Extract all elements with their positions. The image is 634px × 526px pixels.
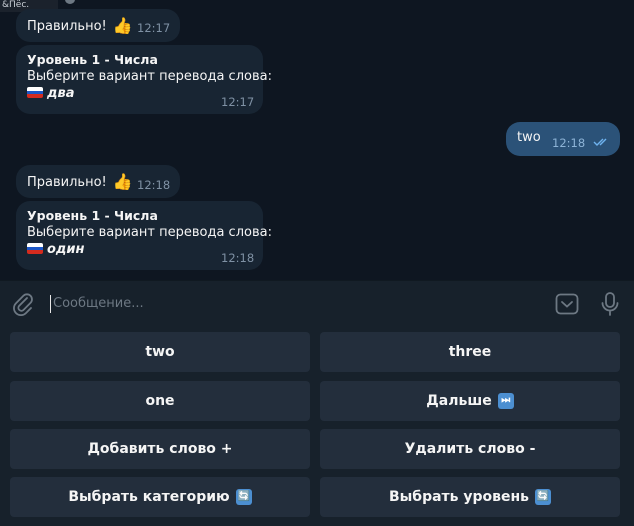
keyboard-button-label: two: [145, 344, 175, 360]
next-track-icon: ⏭: [497, 393, 514, 409]
keyboard-button-label: Выбрать категорию: [68, 489, 230, 505]
message-time: 12:18: [137, 178, 171, 192]
keyboard-button-label: Удалить слово -: [404, 441, 536, 457]
microphone-icon[interactable]: [600, 292, 620, 316]
keyboard-button-choose-category[interactable]: Выбрать категорию 🔄: [10, 477, 310, 517]
thumbs-up-icon: 👍: [112, 172, 133, 191]
keyboard-button-choose-level[interactable]: Выбрать уровень 🔄: [320, 477, 620, 517]
message-bubble[interactable]: Уровень 1 - Числа Выберите вариант перев…: [16, 45, 272, 114]
refresh-icon: 🔄: [535, 489, 552, 505]
message-bubble[interactable]: Правильно! 👍 12:17: [16, 9, 180, 42]
message-title: Уровень 1 - Числа: [27, 208, 158, 223]
keyboard-button-label: Добавить слово +: [87, 441, 233, 457]
message-word: один: [47, 242, 85, 257]
paperclip-icon[interactable]: [12, 292, 34, 316]
message-time: 12:17: [137, 21, 171, 35]
keyboard-button-label: three: [448, 344, 492, 360]
keyboard-button-add-word[interactable]: Добавить слово +: [10, 429, 310, 469]
keyboard-button-three[interactable]: three: [320, 332, 620, 372]
message-text: two: [517, 130, 541, 145]
text-caret: [50, 295, 51, 313]
keyboard-button-next[interactable]: Дальше ⏭: [320, 381, 620, 421]
message-bubble[interactable]: Правильно! 👍 12:18: [16, 165, 180, 198]
avatar: [65, 0, 75, 4]
russian-flag-icon: [27, 87, 43, 98]
message-word: два: [47, 86, 75, 101]
message-composer: Сообщение...: [0, 280, 634, 326]
reply-keyboard: two three one Дальше ⏭ Добавить слово + У…: [0, 326, 634, 526]
message-time: 12:18: [221, 251, 255, 265]
double-check-icon: [593, 138, 607, 146]
message-time: 12:18: [552, 136, 586, 150]
refresh-icon: 🔄: [235, 489, 252, 505]
keyboard-button-one[interactable]: one: [10, 381, 310, 421]
message-text: Правильно!: [27, 175, 107, 190]
keyboard-button-label: one: [145, 393, 175, 409]
message-prompt: Выберите вариант перевода слова:: [27, 69, 272, 84]
thumbs-up-icon: 👍: [112, 16, 133, 35]
keyboard-button-delete-word[interactable]: Удалить слово -: [320, 429, 620, 469]
message-text: Правильно!: [27, 19, 107, 34]
keyboard-button-label: Выбрать уровень: [388, 489, 530, 505]
message-bubble-outgoing[interactable]: two 12:18: [506, 122, 620, 156]
keyboard-button-two[interactable]: two: [10, 332, 310, 372]
message-input[interactable]: Сообщение...: [53, 295, 144, 313]
russian-flag-icon: [27, 243, 43, 254]
chat-history: &Пёс. Правильно! 👍 12:17 Уровень 1 - Чис…: [0, 0, 634, 280]
emoji-panel-icon[interactable]: [555, 293, 579, 315]
message-time: 12:17: [221, 95, 255, 109]
message-prompt: Выберите вариант перевода слова:: [27, 225, 272, 240]
message-bubble[interactable]: Уровень 1 - Числа Выберите вариант перев…: [16, 201, 272, 270]
message-title: Уровень 1 - Числа: [27, 52, 158, 67]
keyboard-button-label: Дальше: [426, 393, 492, 409]
